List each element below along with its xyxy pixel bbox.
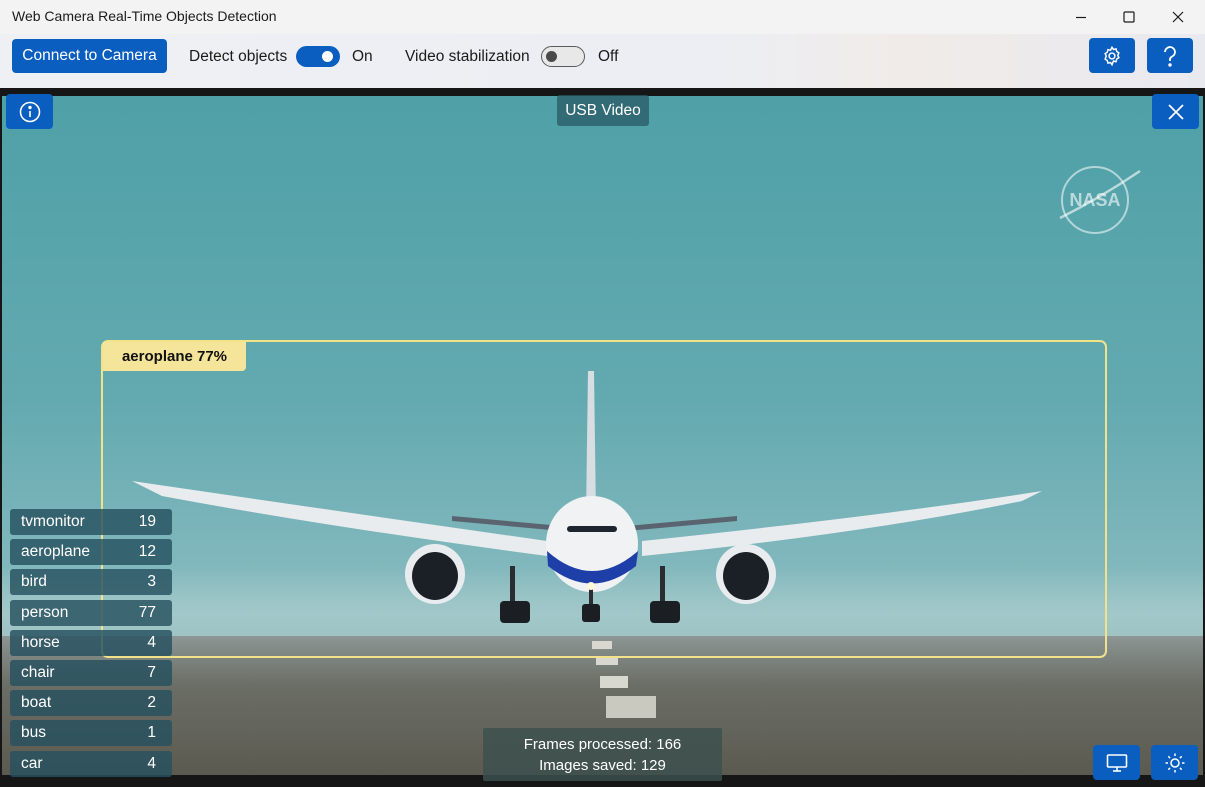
object-name: car <box>21 754 43 772</box>
detection-bounding-box <box>101 340 1107 658</box>
title-bar: Web Camera Real-Time Objects Detection <box>0 0 1205 34</box>
list-item: chair 7 <box>10 659 172 686</box>
info-button[interactable] <box>6 94 53 129</box>
camera-name-label: USB Video <box>557 95 649 126</box>
object-count: 1 <box>147 724 156 742</box>
object-count: 19 <box>138 513 156 530</box>
svg-text:NASA: NASA <box>1069 190 1120 210</box>
object-name: person <box>21 603 69 621</box>
object-count: 4 <box>147 754 156 772</box>
list-item: person 77 <box>10 599 172 626</box>
detect-objects-label: Detect objects <box>189 48 288 65</box>
display-button[interactable] <box>1093 745 1140 780</box>
object-name: boat <box>21 694 52 712</box>
maximize-icon <box>1123 11 1135 23</box>
list-item: aeroplane 12 <box>10 539 172 566</box>
object-count: 7 <box>147 663 156 681</box>
toggle-knob <box>546 50 557 62</box>
object-count: 4 <box>147 633 156 651</box>
nasa-logo: NASA <box>1059 166 1141 234</box>
close-icon <box>1172 11 1184 23</box>
object-count: 2 <box>147 694 156 712</box>
video-stabilization-toggle[interactable] <box>541 46 585 67</box>
maximize-button[interactable] <box>1106 0 1152 34</box>
window-title: Web Camera Real-Time Objects Detection <box>12 8 277 24</box>
object-name: aeroplane <box>21 543 90 561</box>
minimize-button[interactable] <box>1058 0 1104 34</box>
list-item: boat 2 <box>10 690 172 717</box>
object-name: horse <box>21 633 60 651</box>
minimize-icon <box>1076 16 1086 19</box>
close-window-button[interactable] <box>1155 0 1201 34</box>
brightness-icon <box>1165 753 1184 772</box>
info-icon <box>19 101 40 122</box>
gear-icon <box>1104 45 1120 66</box>
list-item: bus 1 <box>10 720 172 747</box>
object-counts-list: tvmonitor 19 aeroplane 12 bird 3 person 77 h… <box>10 509 172 781</box>
settings-button[interactable] <box>1089 38 1135 73</box>
toggle-knob <box>322 51 333 62</box>
list-item: car 4 <box>10 750 172 777</box>
list-item: bird 3 <box>10 569 172 596</box>
images-saved-text: Images saved: 129 <box>539 756 666 774</box>
object-name: bird <box>21 573 47 591</box>
object-count: 12 <box>138 543 156 561</box>
object-count: 77 <box>138 603 156 621</box>
frames-processed-text: Frames processed: 166 <box>523 735 682 753</box>
object-name: tvmonitor <box>21 513 85 530</box>
detect-objects-state: On <box>352 48 373 65</box>
close-video-button[interactable] <box>1152 94 1199 129</box>
video-stabilization-state: Off <box>598 48 619 65</box>
detect-objects-toggle[interactable] <box>296 46 340 67</box>
list-item: tvmonitor 19 <box>10 509 172 535</box>
detection-label: aeroplane 77% <box>103 342 246 371</box>
list-item: horse 4 <box>10 629 172 656</box>
connect-camera-button[interactable]: Connect to Camera <box>12 39 167 73</box>
question-icon <box>1164 45 1176 67</box>
brightness-button[interactable] <box>1151 745 1198 780</box>
monitor-icon <box>1106 753 1127 772</box>
toolbar: Connect to Camera Detect objects On Vide… <box>0 34 1205 88</box>
object-name: chair <box>21 663 55 681</box>
close-icon <box>1167 103 1184 120</box>
object-name: bus <box>21 724 46 742</box>
video-stabilization-label: Video stabilization <box>405 48 530 65</box>
object-count: 3 <box>147 573 156 591</box>
stats-panel: Frames processed: 166 Images saved: 129 <box>483 728 722 781</box>
help-button[interactable] <box>1147 38 1193 73</box>
